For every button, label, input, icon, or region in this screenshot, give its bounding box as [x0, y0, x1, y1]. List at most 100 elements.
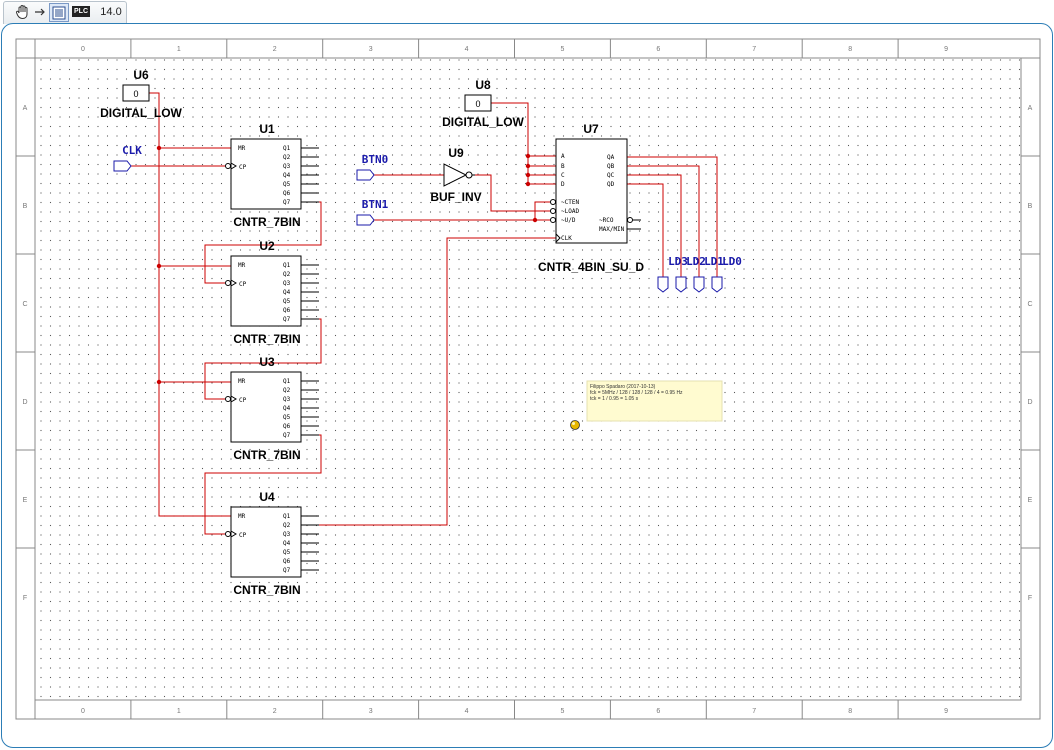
schematic-icon[interactable] [49, 3, 69, 22]
column-label: 7 [752, 708, 756, 715]
toolbar: PLC 14.0 [0, 0, 1054, 24]
pin-label: A [561, 153, 565, 160]
column-label: 0 [81, 46, 85, 53]
pin-label: Q6 [283, 423, 291, 430]
u9-ref: U9 [448, 146, 464, 160]
port-btn1-label: BTN1 [362, 198, 389, 211]
pin-label: CP [239, 281, 247, 288]
u1-ref: U1 [259, 122, 275, 136]
pin-label: ~LOAD [561, 208, 579, 215]
plc-icon[interactable]: PLC [70, 3, 92, 20]
pin-label: Q7 [283, 316, 291, 323]
row-label: A [23, 105, 28, 112]
pin-label: ~RCO [599, 217, 614, 224]
arrow-right-icon [34, 3, 46, 20]
pin-label: MR [238, 145, 246, 152]
pin-label: Q2 [283, 271, 291, 278]
pin-label: Q1 [283, 145, 291, 152]
pin-label: B [561, 163, 565, 170]
u8-type: DIGITAL_LOW [442, 115, 524, 129]
pin-label: Q4 [283, 172, 291, 179]
note-pin-icon[interactable] [570, 420, 580, 430]
column-label: 6 [656, 46, 660, 53]
schematic-canvas: 00112233445566778899 AABBCCDDEEFF [15, 38, 1041, 720]
u6-ref: U6 [133, 68, 149, 82]
u4-ref: U4 [259, 490, 275, 504]
u6-value: 0 [133, 89, 138, 99]
u3-ref: U3 [259, 355, 275, 369]
column-label: 2 [273, 708, 277, 715]
column-label: 8 [848, 708, 852, 715]
u1-type: CNTR_7BIN [233, 215, 300, 229]
row-label: D [1027, 399, 1032, 406]
pin-label: Q2 [283, 387, 291, 394]
pin-label: Q3 [283, 531, 291, 538]
column-label: 9 [944, 708, 948, 715]
pin-label: Q2 [283, 154, 291, 161]
u7-ref: U7 [583, 122, 599, 136]
u8-ref: U8 [475, 78, 491, 92]
pin-label: Q7 [283, 432, 291, 439]
column-label: 3 [369, 46, 373, 53]
row-label: B [23, 203, 28, 210]
u2-type: CNTR_7BIN [233, 332, 300, 346]
pin-label: CLK [561, 235, 572, 242]
pin-label: Q6 [283, 307, 291, 314]
column-label: 6 [656, 708, 660, 715]
zoom-level[interactable]: 14.0 [98, 3, 124, 20]
column-label: 2 [273, 46, 277, 53]
row-label: A [1028, 105, 1033, 112]
pin-label: ~CTEN [561, 199, 579, 206]
pin-label: QD [607, 181, 615, 188]
row-label: D [22, 399, 27, 406]
column-label: 5 [560, 46, 564, 53]
row-label: E [1028, 497, 1033, 504]
pin-label: MR [238, 378, 246, 385]
pin-label: ~U/D [561, 217, 576, 224]
pin-label: Q1 [283, 262, 291, 269]
column-label: 7 [752, 46, 756, 53]
row-label: B [1028, 203, 1033, 210]
pin-label: Q7 [283, 199, 291, 206]
schematic-sheet: 00112233445566778899 AABBCCDDEEFF 0 U6 D… [1, 23, 1053, 748]
pin-label: Q4 [283, 289, 291, 296]
row-label: F [23, 595, 27, 602]
pin-label: Q4 [283, 405, 291, 412]
port-clk-label: CLK [122, 144, 142, 157]
pin-label: Q6 [283, 558, 291, 565]
column-label: 0 [81, 708, 85, 715]
u7-type: CNTR_4BIN_SU_D [538, 260, 644, 274]
row-label: E [23, 497, 28, 504]
comment-note[interactable]: Filippo Spadaro (2017-10-13) fck = 5MHz … [586, 380, 723, 422]
pin-label: Q5 [283, 298, 291, 305]
pin-label: QB [607, 163, 615, 170]
pin-label: CP [239, 397, 247, 404]
u2-ref: U2 [259, 239, 275, 253]
port-label: LD0 [722, 255, 742, 268]
pin-label: MR [238, 262, 246, 269]
column-label: 1 [177, 46, 181, 53]
pin-label: QC [607, 172, 615, 179]
u6-type: DIGITAL_LOW [100, 106, 182, 120]
pin-label: CP [239, 532, 247, 539]
u3-type: CNTR_7BIN [233, 448, 300, 462]
column-label: 9 [944, 46, 948, 53]
pin-label: Q2 [283, 522, 291, 529]
column-label: 4 [465, 708, 469, 715]
row-label: C [1027, 301, 1032, 308]
pin-label: Q5 [283, 181, 291, 188]
pin-label: Q5 [283, 549, 291, 556]
pin-label: Q1 [283, 378, 291, 385]
pin-label: QA [607, 154, 615, 161]
hand-icon[interactable] [14, 3, 32, 20]
pin-label: Q7 [283, 567, 291, 574]
port-label: LD2 [686, 255, 706, 268]
row-label: F [1028, 595, 1032, 602]
u4-type: CNTR_7BIN [233, 583, 300, 597]
u8-value: 0 [475, 99, 480, 109]
column-label: 3 [369, 708, 373, 715]
column-label: 5 [560, 708, 564, 715]
pin-label: C [561, 172, 565, 179]
column-label: 1 [177, 708, 181, 715]
u9-type: BUF_INV [430, 190, 481, 204]
